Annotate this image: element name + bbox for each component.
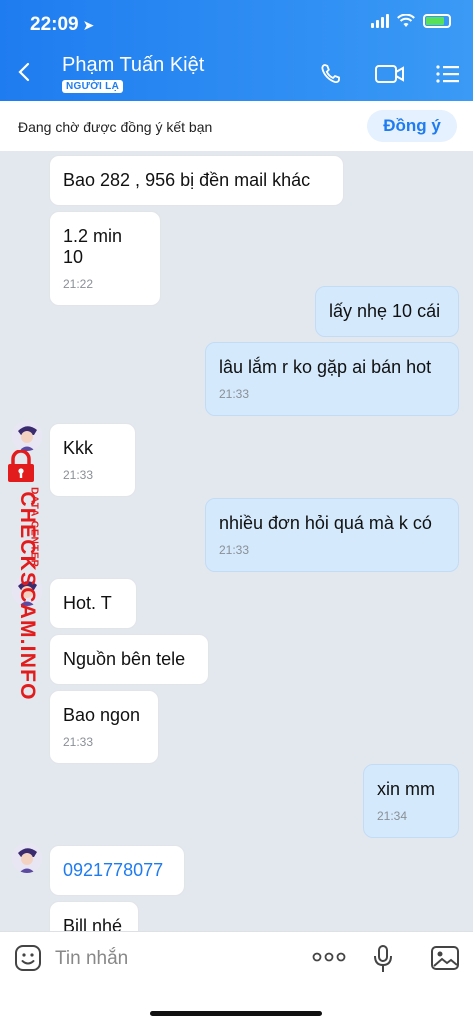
message-text: Kkk — [63, 438, 94, 458]
message-time: 21:33 — [219, 543, 250, 557]
message-text: nhiều đơn hỏi quá mà k có — [219, 513, 432, 533]
message-bubble[interactable]: lâu lắm r ko gặp ai bán hot 21:33 — [205, 342, 459, 416]
message-text: 1.2 min 10 — [63, 226, 123, 267]
message-text: Bao ngon — [63, 705, 141, 725]
status-icons — [371, 14, 451, 28]
accept-friend-button[interactable]: Đồng ý — [367, 110, 457, 142]
cellular-signal-icon — [371, 14, 389, 28]
stranger-badge: NGƯỜI LẠ — [62, 80, 124, 93]
contact-name[interactable]: Phạm Tuấn Kiệt — [62, 54, 204, 77]
message-bubble[interactable]: Bill nhé — [49, 901, 139, 931]
video-call-icon[interactable] — [374, 62, 406, 86]
menu-list-icon[interactable] — [434, 62, 462, 86]
back-arrow-icon[interactable] — [14, 58, 36, 86]
message-bubble[interactable]: Bao ngon 21:33 — [49, 690, 159, 764]
checkscam-watermark: DATA CENTER CHECKSCAM.INFO — [2, 434, 50, 701]
image-gallery-icon[interactable] — [430, 944, 460, 972]
avatar-icon — [12, 843, 42, 873]
message-text: lâu lắm r ko gặp ai bán hot — [219, 357, 432, 377]
message-time: 21:33 — [219, 387, 250, 401]
message-text: Nguồn bên tele — [63, 649, 186, 669]
message-bubble[interactable]: lấy nhẹ 10 cái — [315, 286, 459, 337]
message-time: 21:34 — [377, 809, 408, 823]
message-bubble[interactable]: xin mm 21:34 — [363, 764, 459, 838]
message-bubble[interactable]: Bao 282 , 956 bị đền mail khác — [49, 155, 344, 206]
sticker-emoji-icon[interactable] — [14, 944, 42, 972]
message-list[interactable]: Bao 282 , 956 bị đền mail khác 1.2 min 1… — [0, 151, 473, 931]
message-bubble[interactable]: 1.2 min 10 21:22 — [49, 211, 161, 306]
message-time: 21:33 — [63, 735, 94, 749]
watermark-title: CHECKSCAM.INFO — [16, 491, 39, 701]
friend-request-bar: Đang chờ được đồng ý kết bạn Đồng ý — [0, 101, 473, 151]
more-options-icon[interactable] — [312, 950, 346, 964]
message-bubble[interactable]: 0921778077 — [49, 845, 185, 896]
message-bubble[interactable]: nhiều đơn hỏi quá mà k có 21:33 — [205, 498, 459, 572]
message-bubble[interactable]: Hot. T — [49, 578, 137, 629]
message-text: xin mm — [377, 779, 435, 799]
location-arrow-icon: ➤ — [82, 17, 95, 33]
clock-text: 22:09 — [30, 14, 79, 35]
microphone-icon[interactable] — [372, 944, 394, 974]
message-text: Hot. T — [63, 593, 112, 613]
contact-avatar[interactable] — [12, 843, 42, 873]
home-indicator — [150, 1011, 322, 1016]
message-text: Bill nhé — [63, 916, 123, 931]
message-input[interactable]: Tin nhắn — [55, 948, 128, 970]
message-bubble[interactable]: Kkk 21:33 — [49, 423, 136, 497]
phone-number-link[interactable]: 0921778077 — [63, 860, 163, 880]
battery-charging-icon — [423, 14, 451, 28]
wifi-icon — [397, 14, 415, 27]
chat-header: Phạm Tuấn Kiệt NGƯỜI LẠ — [0, 44, 473, 101]
message-time: 21:22 — [63, 277, 94, 291]
status-bar: 22:09 ➤ — [0, 0, 473, 44]
status-time: 22:09 ➤ — [30, 14, 94, 36]
phone-call-icon[interactable] — [318, 62, 346, 86]
message-bubble[interactable]: Nguồn bên tele — [49, 634, 209, 685]
message-text: Bao 282 , 956 bị đền mail khác — [63, 170, 311, 190]
message-time: 21:33 — [63, 468, 94, 482]
message-text: lấy nhẹ 10 cái — [329, 301, 441, 321]
pending-request-text: Đang chờ được đồng ý kết bạn — [18, 119, 213, 135]
